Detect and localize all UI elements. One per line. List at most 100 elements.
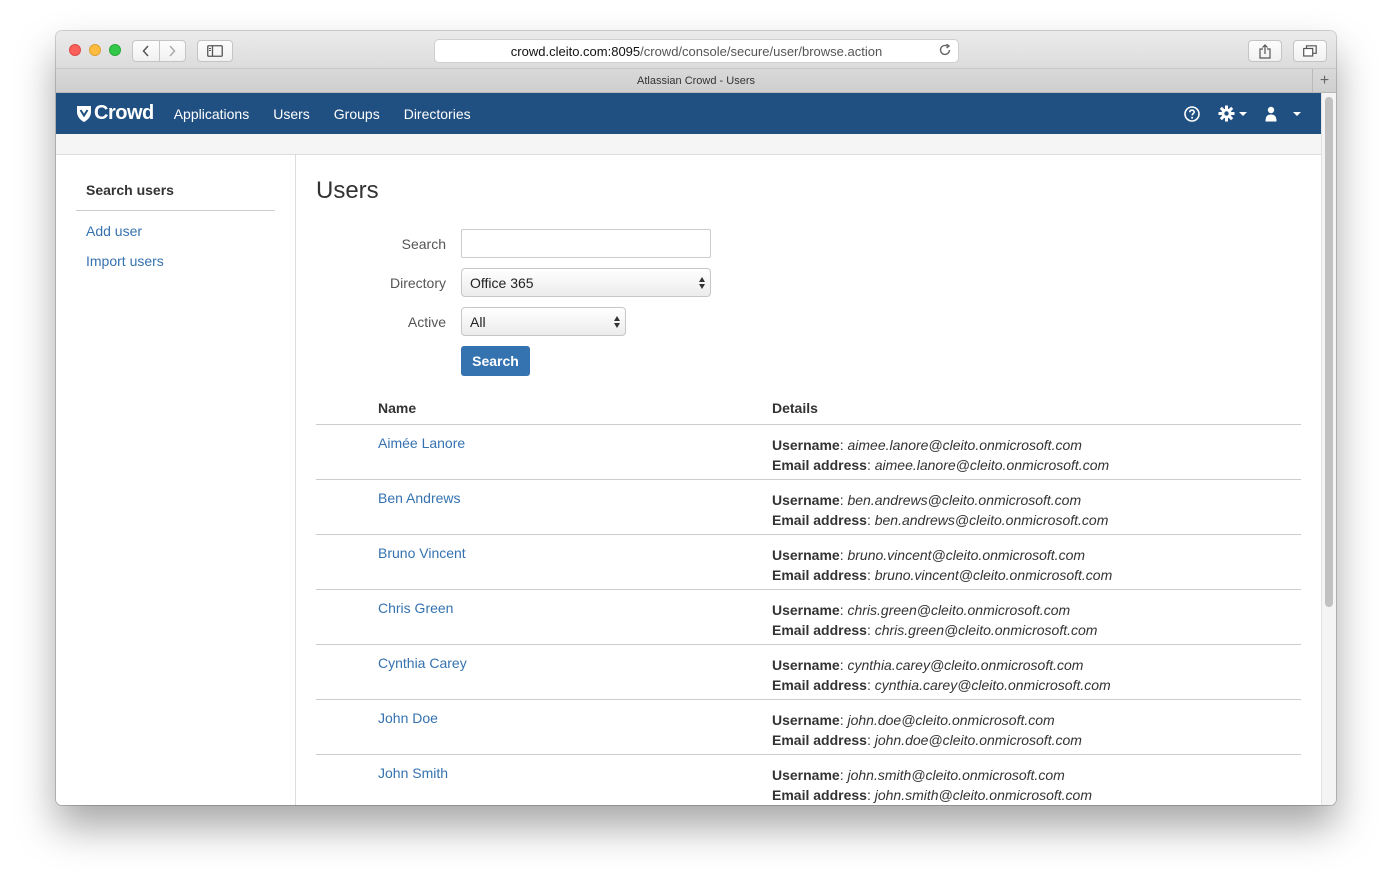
email-label: Email address [772, 787, 867, 803]
address-bar[interactable]: crowd.cleito.com:8095/crowd/console/secu… [434, 39, 959, 63]
email-label: Email address [772, 732, 867, 748]
email-line: Email address: chris.green@cleito.onmicr… [772, 622, 1098, 638]
left-sidebar: Search users Add user Import users [56, 155, 296, 805]
sidebar-toggle-button[interactable] [197, 40, 233, 62]
user-menu-button[interactable] [1265, 106, 1301, 122]
chevron-down-icon [1293, 111, 1301, 116]
import-users-link[interactable]: Import users [86, 253, 164, 269]
show-tabs-button[interactable] [1293, 40, 1327, 62]
username-label: Username [772, 547, 840, 563]
username-value: chris.green@cleito.onmicrosoft.com [847, 602, 1071, 618]
share-icon [1259, 43, 1271, 59]
sidebar-icon [207, 45, 223, 57]
email-value: john.smith@cleito.onmicrosoft.com [874, 787, 1093, 803]
user-details: Username: bruno.vincent@cleito.onmicroso… [772, 545, 1112, 585]
user-name-link[interactable]: Bruno Vincent [378, 545, 466, 561]
email-line: Email address: john.smith@cleito.onmicro… [772, 787, 1093, 803]
settings-menu-button[interactable] [1218, 105, 1247, 122]
email-label: Email address [772, 622, 867, 638]
crowd-logo-icon [77, 105, 91, 122]
username-line: Username: chris.green@cleito.onmicrosoft… [772, 602, 1071, 618]
username-value: john.smith@cleito.onmicrosoft.com [847, 767, 1065, 783]
table-header: Name Details [316, 392, 1301, 425]
username-line: Username: john.doe@cleito.onmicrosoft.co… [772, 712, 1055, 728]
users-table: Name Details Aimée Lanore Username: aimee… [316, 392, 1301, 805]
column-header-details: Details [772, 400, 818, 416]
tabs-icon [1303, 45, 1317, 57]
directory-select[interactable]: Office 365 [461, 268, 711, 297]
search-input[interactable] [461, 229, 711, 258]
username-label: Username [772, 437, 840, 453]
column-header-name: Name [378, 400, 417, 416]
search-button[interactable]: Search [461, 346, 530, 376]
nav-directories[interactable]: Directories [404, 106, 471, 122]
email-label: Email address [772, 677, 867, 693]
username-line: Username: john.smith@cleito.onmicrosoft.… [772, 767, 1065, 783]
main-content: Users Search Directory Office 365 Active… [296, 155, 1321, 805]
user-details: Username: aimee.lanore@cleito.onmicrosof… [772, 435, 1109, 475]
table-row: Cynthia Carey Username: cynthia.carey@cle… [316, 645, 1301, 700]
email-value: aimee.lanore@cleito.onmicrosoft.com [874, 457, 1110, 473]
scrollbar-thumb[interactable] [1325, 97, 1333, 607]
history-nav [132, 40, 186, 62]
sidebar-heading[interactable]: Search users [86, 182, 174, 198]
username-value: ben.andrews@cleito.onmicrosoft.com [847, 492, 1082, 508]
search-label: Search [401, 236, 446, 252]
active-select[interactable]: All [461, 307, 626, 336]
email-value: chris.green@cleito.onmicrosoft.com [874, 622, 1098, 638]
username-label: Username [772, 657, 840, 673]
tab-title[interactable]: Atlassian Crowd - Users [637, 75, 755, 87]
email-value: cynthia.carey@cleito.onmicrosoft.com [874, 677, 1111, 693]
forward-button[interactable] [158, 41, 185, 61]
vertical-scrollbar[interactable] [1321, 93, 1336, 805]
table-row: Aimée Lanore Username: aimee.lanore@cleit… [316, 425, 1301, 480]
email-line: Email address: ben.andrews@cleito.onmicr… [772, 512, 1109, 528]
tab-strip: Atlassian Crowd - Users + [56, 69, 1336, 93]
email-line: Email address: john.doe@cleito.onmicroso… [772, 732, 1082, 748]
user-details: Username: john.doe@cleito.onmicrosoft.co… [772, 710, 1082, 750]
username-line: Username: aimee.lanore@cleito.onmicrosof… [772, 437, 1082, 453]
app-header: Crowd Applications Users Groups Director… [56, 93, 1321, 134]
user-name-link[interactable]: Ben Andrews [378, 490, 461, 506]
header-actions [1184, 93, 1321, 134]
select-arrows-icon [614, 316, 620, 328]
chevron-right-icon [169, 45, 176, 57]
minimize-window-button[interactable] [89, 44, 101, 56]
user-name-link[interactable]: Cynthia Carey [378, 655, 467, 671]
nav-users[interactable]: Users [273, 106, 310, 122]
chevron-down-icon [1239, 111, 1247, 116]
zoom-window-button[interactable] [109, 44, 121, 56]
help-icon [1184, 105, 1200, 122]
browser-window: crowd.cleito.com:8095/crowd/console/secu… [56, 31, 1336, 805]
username-label: Username [772, 767, 840, 783]
user-icon [1265, 106, 1277, 121]
user-name-link[interactable]: John Smith [378, 765, 448, 781]
active-select-value: All [470, 313, 486, 330]
user-name-link[interactable]: Aimée Lanore [378, 435, 465, 451]
add-user-link[interactable]: Add user [86, 223, 142, 239]
table-row: John Smith Username: john.smith@cleito.on… [316, 755, 1301, 805]
nav-applications[interactable]: Applications [174, 106, 250, 122]
email-value: john.doe@cleito.onmicrosoft.com [874, 732, 1082, 748]
table-row: Ben Andrews Username: ben.andrews@cleito.… [316, 480, 1301, 535]
user-name-link[interactable]: Chris Green [378, 600, 453, 616]
crowd-logo[interactable]: Crowd [76, 102, 154, 125]
email-label: Email address [772, 567, 867, 583]
username-line: Username: cynthia.carey@cleito.onmicroso… [772, 657, 1084, 673]
username-value: bruno.vincent@cleito.onmicrosoft.com [847, 547, 1086, 563]
new-tab-button[interactable]: + [1312, 69, 1336, 92]
email-label: Email address [772, 512, 867, 528]
share-button[interactable] [1248, 40, 1282, 62]
email-line: Email address: bruno.vincent@cleito.onmi… [772, 567, 1113, 583]
email-line: Email address: aimee.lanore@cleito.onmic… [772, 457, 1110, 473]
user-details: Username: cynthia.carey@cleito.onmicroso… [772, 655, 1111, 695]
help-button[interactable] [1184, 105, 1200, 122]
reload-icon[interactable] [938, 43, 952, 60]
browser-toolbar: crowd.cleito.com:8095/crowd/console/secu… [56, 31, 1336, 69]
user-name-link[interactable]: John Doe [378, 710, 438, 726]
back-button[interactable] [133, 41, 159, 61]
close-window-button[interactable] [69, 44, 81, 56]
username-value: aimee.lanore@cleito.onmicrosoft.com [847, 437, 1082, 453]
nav-groups[interactable]: Groups [334, 106, 380, 122]
logo-text: Crowd [94, 102, 154, 124]
